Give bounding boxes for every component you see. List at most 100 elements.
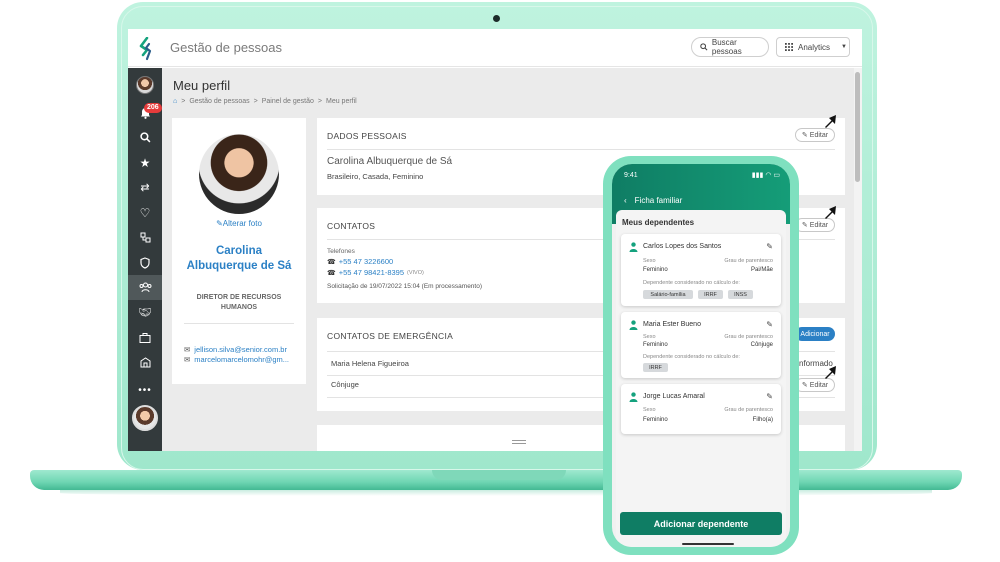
profile-role: DIRETOR DE RECURSOS HUMANOS <box>196 294 282 311</box>
status-icons: ▮▮▮ ◠ ▭ <box>752 171 780 179</box>
analytics-dropdown[interactable]: Analytics ▼ <box>776 37 850 57</box>
user-avatar[interactable] <box>132 405 158 431</box>
breadcrumb-separator: > <box>181 98 186 105</box>
laptop-notch <box>432 470 566 480</box>
divider <box>184 323 294 324</box>
mail-icon: ✉ <box>184 355 191 364</box>
avatar <box>136 75 154 94</box>
grau-value: Cônjuge <box>750 342 773 348</box>
phones-label: Telefones <box>327 248 355 255</box>
back-chevron-icon[interactable]: ‹ <box>624 196 627 205</box>
emergency-title: CONTATOS DE EMERGÊNCIA <box>327 331 454 341</box>
sidebar-item-notifications[interactable]: 206 <box>128 100 162 125</box>
add-emergency-button[interactable]: Adicionar <box>795 327 835 341</box>
phone-icon: ☎ <box>327 269 336 277</box>
grau-value: Pai/Mãe <box>750 267 773 273</box>
personal-details: Brasileiro, Casada, Feminino <box>327 172 424 181</box>
emergency-contact-relation: Cônjuge <box>331 380 359 389</box>
pencil-icon: ✎ <box>801 132 808 139</box>
breadcrumb-item-painel[interactable]: Painel de gestão <box>262 98 314 105</box>
app-title: Gestão de pessoas <box>170 40 283 55</box>
sexo-value: Feminino <box>643 267 668 273</box>
search-icon <box>139 132 150 143</box>
phone-nav: ‹ Ficha familiar <box>624 196 682 205</box>
sidebar-item-transfers[interactable]: ⇄ <box>128 175 162 200</box>
battery-icon: ▭ <box>773 172 780 179</box>
phone-link-1[interactable]: ☎ +55 47 3226600 <box>327 257 393 266</box>
email-link-1[interactable]: ✉ jellison.silva@senior.com.br <box>184 345 287 354</box>
email-text: jellison.silva@senior.com.br <box>194 345 287 354</box>
personal-data-title: DADOS PESSOAIS <box>327 131 407 141</box>
phone-number: +55 47 98421-8395 <box>338 268 405 277</box>
sidebar-profile-avatar[interactable] <box>128 72 162 97</box>
analytics-label: Analytics <box>798 42 831 52</box>
dependents-sheet: Meus dependentes Carlos Lopes dos Santos… <box>616 210 786 547</box>
status-time: 9:41 <box>624 172 638 179</box>
sidebar-item-briefcase[interactable] <box>128 325 162 350</box>
sidebar-item-organization[interactable] <box>128 225 162 250</box>
dependent-card[interactable]: Maria Ester Bueno ✎ Sexo Grau de parente… <box>621 312 781 378</box>
phone-link-2[interactable]: ☎ +55 47 98421-8395 (VIVO) <box>327 268 424 277</box>
building-icon <box>140 357 150 368</box>
org-icon <box>140 232 150 243</box>
edit-label: Editar <box>809 381 829 389</box>
profile-card: ✎Alterar foto Carolina Albuquerque de Sá… <box>172 118 306 384</box>
pencil-icon[interactable]: ✎ <box>766 320 773 329</box>
swap-icon: ⇄ <box>140 182 150 194</box>
sidebar-item-more[interactable]: ••• <box>128 378 162 403</box>
contacts-title: CONTATOS <box>327 221 376 231</box>
sexo-label: Sexo <box>643 334 656 340</box>
edit-contacts-button[interactable]: ✎ Editar <box>795 218 835 232</box>
edit-personal-button[interactable]: ✎ Editar <box>795 128 835 142</box>
sidebar-item-building[interactable] <box>128 350 162 375</box>
dependent-card[interactable]: Carlos Lopes dos Santos ✎ Sexo Grau de p… <box>621 234 781 306</box>
sidebar-item-search[interactable] <box>128 125 162 150</box>
breadcrumb-separator: > <box>317 98 322 105</box>
tag: INSS <box>728 290 753 299</box>
profile-name: Carolina Albuquerque de Sá <box>186 245 292 272</box>
home-icon[interactable]: ⌂ <box>173 98 177 105</box>
grau-label: Grau de parentesco <box>724 258 773 264</box>
sidebar-item-people[interactable] <box>128 275 162 300</box>
change-photo-label: Alterar foto <box>222 219 262 228</box>
change-photo-link[interactable]: ✎Alterar foto <box>172 219 306 228</box>
mail-icon: ✉ <box>184 345 191 354</box>
email-text: marcelomarcelomohr@gm... <box>194 355 290 364</box>
sexo-value: Feminino <box>643 342 668 348</box>
edit-emergency-button[interactable]: ✎ Editar <box>795 378 835 392</box>
signal-icon: ▮▮▮ <box>751 172 764 179</box>
pencil-icon[interactable]: ✎ <box>766 242 773 251</box>
breadcrumb-item-gestao[interactable]: Gestão de pessoas <box>189 98 249 105</box>
add-dependent-button[interactable]: Adicionar dependente <box>620 512 782 535</box>
breadcrumb: ⌂ > Gestão de pessoas > Painel de gestão… <box>173 98 357 105</box>
grau-value: Filho(a) <box>752 417 773 423</box>
pencil-icon[interactable]: ✎ <box>766 392 773 401</box>
more-icon: ••• <box>138 385 152 396</box>
sidebar-item-health[interactable]: ♡ <box>128 200 162 225</box>
tag: Salário-família <box>643 290 693 299</box>
email-link-2[interactable]: ✉ marcelomarcelomohr@gm... <box>184 355 289 364</box>
person-icon <box>629 320 638 330</box>
sidebar-item-handshake[interactable]: 🤝︎ <box>128 300 162 325</box>
heart-icon: ♡ <box>139 205 151 220</box>
search-people-label: Buscar pessoas <box>711 38 742 56</box>
sidebar-item-security[interactable] <box>128 250 162 275</box>
scrollbar-thumb[interactable] <box>855 72 860 182</box>
people-icon <box>139 282 151 293</box>
drag-handle[interactable] <box>512 440 526 444</box>
page-title: Meu perfil <box>173 78 231 93</box>
dependent-card[interactable]: Jorge Lucas Amaral ✎ Sexo Grau de parent… <box>621 384 781 434</box>
phone-header-title: Ficha familiar <box>634 196 683 205</box>
star-icon: ★ <box>139 155 151 170</box>
search-icon <box>700 43 708 51</box>
top-bar: Gestão de pessoas Buscar pessoas Analyti… <box>128 29 862 67</box>
handshake-icon: 🤝︎ <box>138 307 152 319</box>
tag: IRRF <box>698 290 723 299</box>
calculo-label: Dependente considerado no cálculo de: <box>643 354 740 360</box>
dependents-title: Meus dependentes <box>622 218 695 227</box>
emergency-contact-name: Maria Helena Figueiroa <box>331 359 409 368</box>
breadcrumb-separator: > <box>253 98 258 105</box>
edit-label: Editar <box>809 131 829 139</box>
search-people-button[interactable]: Buscar pessoas <box>691 37 769 57</box>
sidebar-item-favorites[interactable]: ★ <box>128 150 162 175</box>
